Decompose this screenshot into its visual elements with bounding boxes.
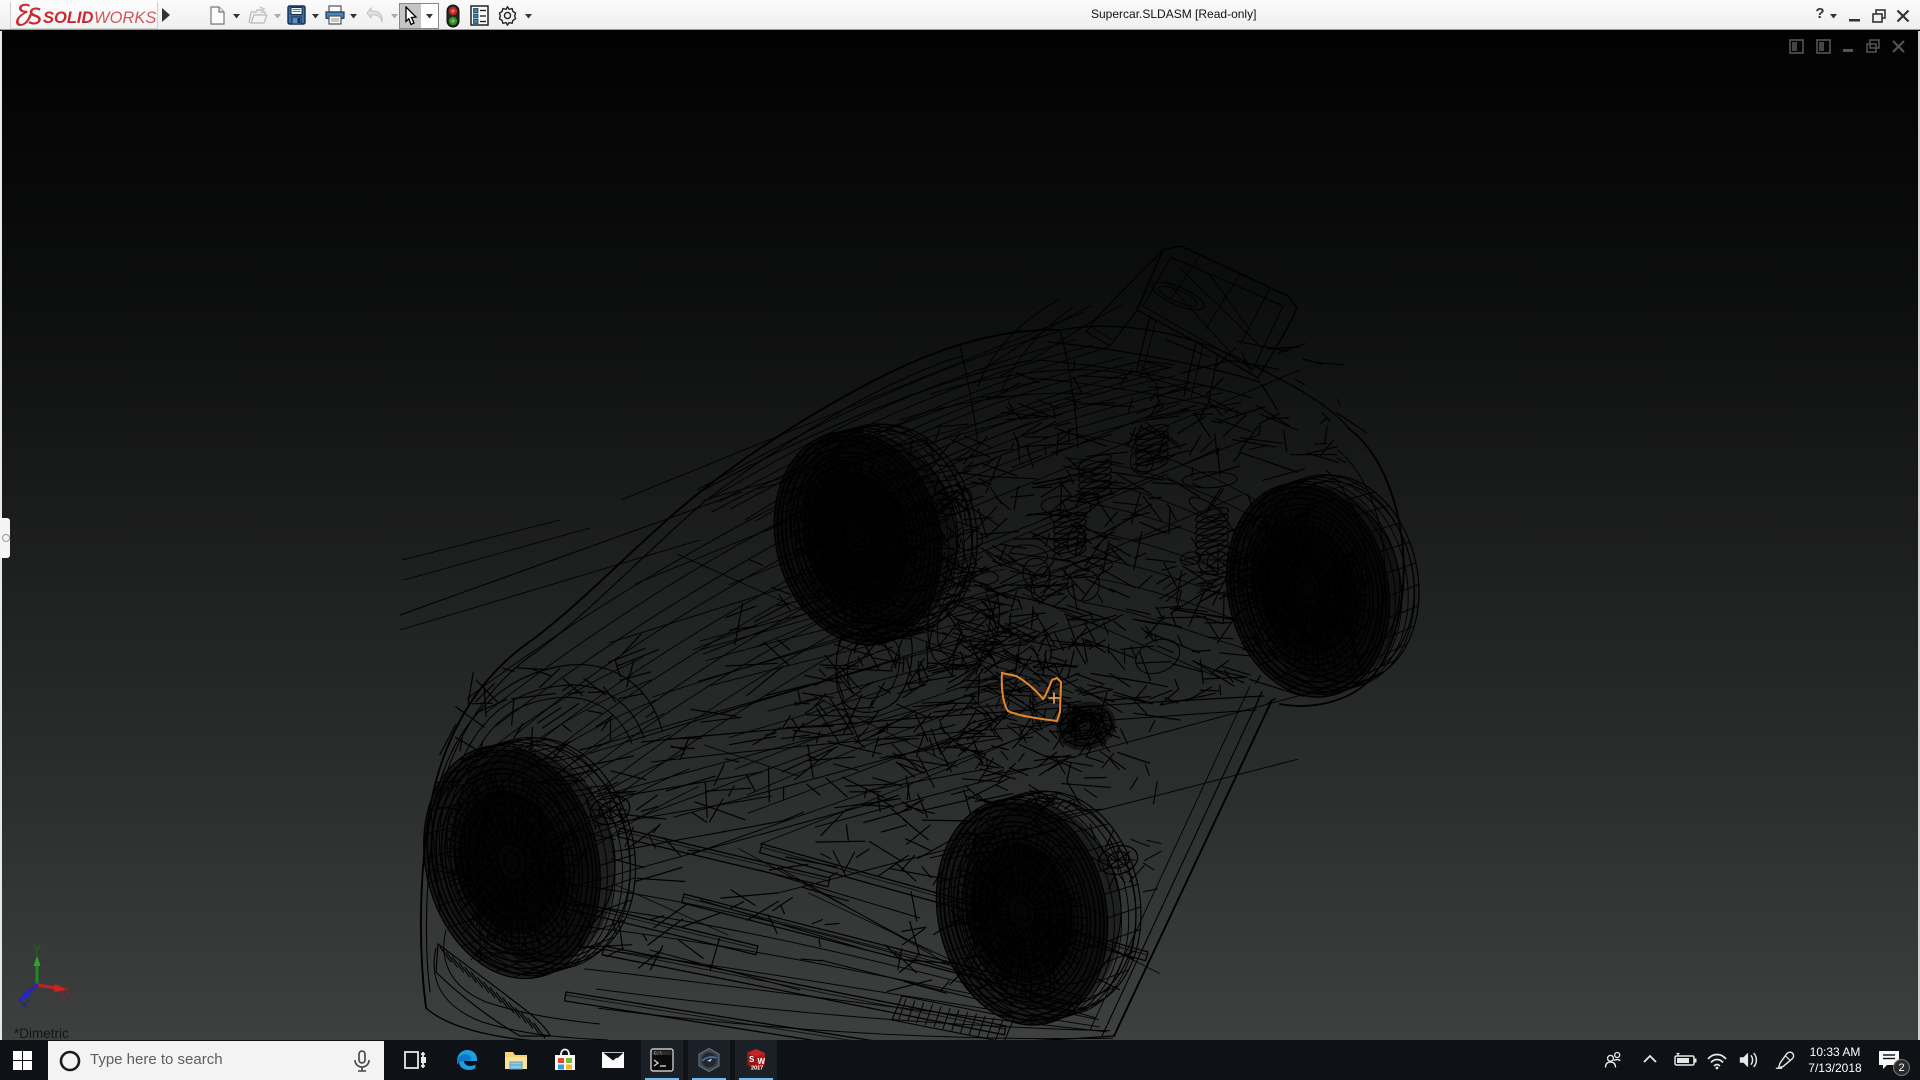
- svg-text:C:\: C:\: [654, 1051, 662, 1057]
- svg-text:2017: 2017: [751, 1066, 763, 1072]
- svg-text:SOLID: SOLID: [43, 9, 94, 27]
- svg-text:S: S: [749, 1055, 755, 1064]
- svg-text:WORKS: WORKS: [94, 9, 156, 27]
